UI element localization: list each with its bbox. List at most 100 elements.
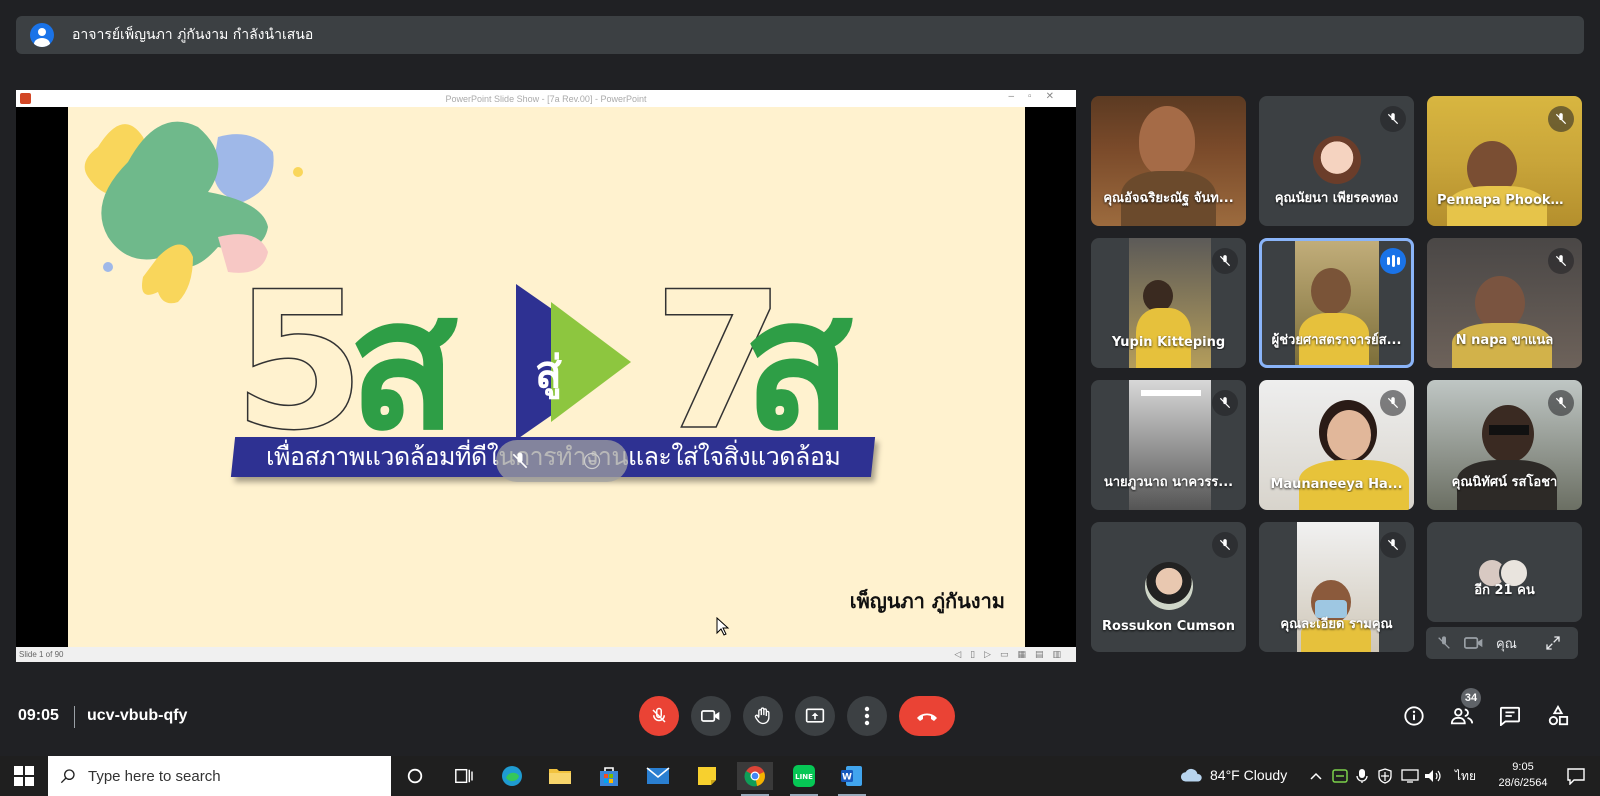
window-controls: –▫✕ [1008, 91, 1068, 102]
camera-icon [701, 710, 720, 722]
more-participants-tile[interactable]: อีก 21 คน [1427, 522, 1582, 622]
activities-icon [1548, 705, 1569, 726]
file-explorer-icon[interactable] [542, 762, 578, 790]
mic-off-icon [512, 452, 528, 469]
weather-text: 84°F Cloudy [1210, 767, 1288, 783]
meeting-time: 09:05 [18, 707, 59, 724]
store-icon[interactable] [591, 762, 627, 790]
participant-tile[interactable]: คุณละเอียด รามคุณ [1259, 522, 1414, 652]
windows-start-icon[interactable] [14, 766, 34, 786]
search-icon [60, 769, 75, 784]
chat-button[interactable] [1496, 702, 1524, 730]
participant-tile[interactable]: Rossukon Cumson [1091, 522, 1246, 652]
volume-icon[interactable] [1424, 769, 1442, 783]
mic-off-icon [1212, 390, 1238, 416]
taskbar-date: 28/6/2564 [1498, 777, 1548, 789]
defender-icon[interactable] [1377, 768, 1393, 784]
slide-title: 5 ส 7 ส สู่ [232, 250, 873, 473]
notifications-icon[interactable] [1566, 767, 1586, 785]
presenter-mute-overlay [496, 440, 628, 482]
svg-text:W: W [842, 773, 852, 783]
participant-tile[interactable]: นายภูวนาถ นาควรร... [1091, 380, 1246, 510]
account-icon [30, 23, 54, 47]
mail-icon[interactable] [640, 762, 676, 790]
participant-tile[interactable]: Maunaneeya Ha... [1259, 380, 1414, 510]
participant-tile[interactable]: คุณนิทัศน์ รสโอชา [1427, 380, 1582, 510]
ppt-statusbar: Slide 1 of 90 ◁▯▷▭▦▤▥ [16, 647, 1076, 662]
microphone-tray-icon[interactable] [1356, 768, 1368, 784]
slide: 5 ส 7 ส สู่ เพื่อสภาพแวดล้อมที่ดีในการทำ… [68, 107, 1025, 647]
more-options-button[interactable] [847, 696, 887, 736]
participant-tile-active-speaker[interactable]: ผู้ช่วยศาสตราจารย์ส... [1259, 238, 1414, 368]
tray-app-icon[interactable] [1332, 768, 1348, 784]
weather-widget[interactable]: 84°F Cloudy [1180, 767, 1287, 783]
participant-name: Maunaneeya Ha... [1270, 477, 1403, 492]
participant-name: Rossukon Cumson [1102, 619, 1235, 634]
leave-call-button[interactable] [899, 696, 955, 736]
self-view[interactable]: คุณ [1426, 627, 1578, 659]
mic-off-icon [1438, 636, 1450, 649]
meeting-info-button[interactable] [1400, 702, 1428, 730]
hang-up-icon [917, 713, 937, 721]
present-icon [805, 708, 825, 723]
network-icon[interactable] [1401, 769, 1419, 783]
mic-off-icon [1380, 106, 1406, 132]
participant-name: คุณละเอียด รามคุณ [1280, 617, 1393, 632]
mic-off-icon [1212, 532, 1238, 558]
powerpoint-icon [20, 93, 31, 104]
chat-icon [1500, 706, 1520, 726]
input-language[interactable]: ไทย [1455, 767, 1476, 786]
slide-counter: Slide 1 of 90 [19, 650, 64, 659]
chevron-up-icon[interactable] [1310, 771, 1322, 781]
participant-name: Yupin Kitteping [1111, 335, 1226, 350]
mic-off-icon [652, 707, 666, 723]
title-five-outline: 5 [233, 272, 365, 452]
participant-tile[interactable]: คุณอัจฉริยะณัฐ จันท... [1091, 96, 1246, 226]
camera-toggle-button[interactable] [691, 696, 731, 736]
windows-taskbar: Type here to search LINE W 84°F Cloudy ไ… [0, 756, 1600, 796]
mic-toggle-button[interactable] [639, 696, 679, 736]
sticky-notes-icon[interactable] [689, 762, 725, 790]
participant-tile[interactable]: N napa ขาแนล [1427, 238, 1582, 368]
activities-button[interactable] [1544, 702, 1572, 730]
search-placeholder: Type here to search [88, 767, 221, 785]
participant-name: Pennapa Phookan... [1437, 193, 1582, 208]
edge-icon[interactable] [494, 762, 530, 790]
more-participants-label: อีก 21 คน [1474, 583, 1535, 598]
svg-text:LINE: LINE [795, 773, 813, 781]
title-sara-left: ส [348, 272, 458, 452]
line-app-icon[interactable]: LINE [786, 762, 822, 796]
ppt-view-icons: ◁▯▷▭▦▤▥ [954, 649, 1070, 659]
participant-tile[interactable]: Yupin Kitteping [1091, 238, 1246, 368]
expand-icon[interactable] [1545, 635, 1561, 651]
mic-off-icon [1380, 532, 1406, 558]
hand-icon [754, 707, 770, 725]
raise-hand-button[interactable] [743, 696, 783, 736]
present-screen-button[interactable] [795, 696, 835, 736]
participant-count-badge: 34 [1461, 688, 1481, 708]
shared-screen: PowerPoint Slide Show - [7a Rev.00] - Po… [16, 90, 1076, 662]
participant-name: คุณนัยนา เพียรคงทอง [1274, 191, 1399, 206]
participant-name: คุณอัจฉริยะณัฐ จันท... [1103, 191, 1234, 206]
task-view-icon[interactable] [445, 762, 481, 790]
participant-tile[interactable]: Pennapa Phookan... [1427, 96, 1582, 226]
participant-name: นายภูวนาถ นาควรร... [1103, 475, 1234, 490]
mic-off-icon [1548, 248, 1574, 274]
chrome-icon[interactable] [737, 762, 773, 796]
remove-icon[interactable] [582, 451, 602, 471]
avatar [1144, 562, 1193, 610]
word-icon[interactable]: W [834, 762, 870, 796]
presenting-banner: อาจารย์เพ็ญนภา ภู่กันงาม กำลังนำเสนอ [16, 16, 1584, 54]
ppt-window-title: PowerPoint Slide Show - [7a Rev.00] - Po… [445, 93, 647, 104]
speaking-indicator-icon [1380, 248, 1406, 274]
ppt-titlebar: PowerPoint Slide Show - [7a Rev.00] - Po… [16, 90, 1076, 107]
participant-tile[interactable]: คุณนัยนา เพียรคงทอง [1259, 96, 1414, 226]
taskbar-search-input[interactable]: Type here to search [48, 756, 391, 796]
participant-name: N napa ขาแนล [1455, 333, 1554, 348]
mic-off-icon [1548, 106, 1574, 132]
mic-off-icon [1548, 390, 1574, 416]
presenting-text: อาจารย์เพ็ญนภา ภู่กันงาม กำลังนำเสนอ [72, 27, 314, 43]
cortana-icon[interactable] [397, 762, 433, 790]
camera-icon [1464, 637, 1483, 649]
taskbar-clock[interactable]: 9:05 28/6/2564 [1495, 759, 1551, 791]
